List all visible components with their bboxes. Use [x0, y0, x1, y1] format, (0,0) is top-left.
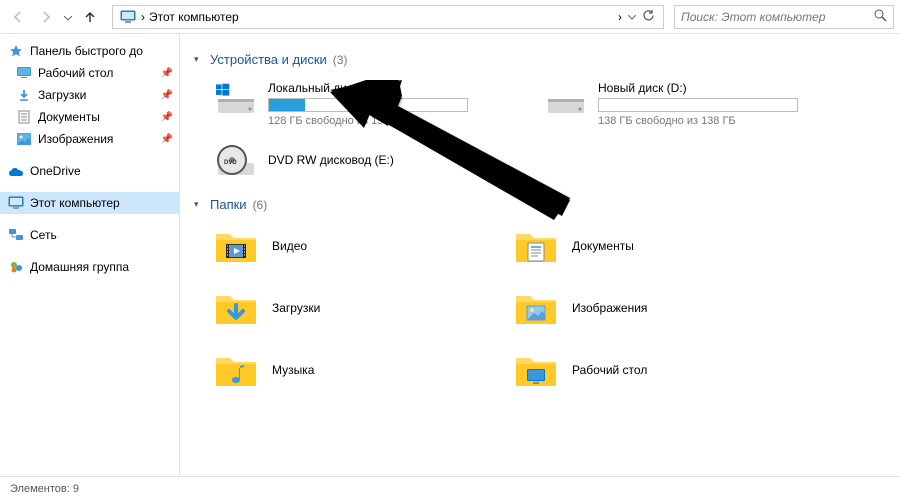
- star-icon: [8, 43, 24, 59]
- group-folders[interactable]: ▾ Папки (6): [194, 197, 886, 212]
- pin-icon: 📌: [161, 68, 173, 79]
- up-button[interactable]: [78, 5, 102, 29]
- search-box[interactable]: [674, 5, 894, 29]
- folder-downloads[interactable]: Загрузки: [210, 284, 450, 332]
- capacity-bar: [598, 98, 798, 112]
- folder-videos-icon: [214, 226, 258, 266]
- back-button[interactable]: [6, 5, 30, 29]
- sidebar-item-label: Изображения: [38, 132, 113, 146]
- sidebar-desktop[interactable]: Рабочий стол 📌: [0, 62, 179, 84]
- refresh-button[interactable]: [642, 9, 655, 25]
- drive-e[interactable]: DVD DVD RW дисковод (E:): [210, 139, 510, 183]
- windows-drive-icon: [214, 81, 258, 117]
- breadcrumb-location[interactable]: Этот компьютер: [145, 10, 618, 24]
- chevron-down-icon: ▾: [194, 54, 204, 65]
- folder-label: Рабочий стол: [572, 363, 647, 377]
- address-bar[interactable]: › Этот компьютер ›: [112, 5, 664, 29]
- pin-icon: 📌: [161, 134, 173, 145]
- folder-desktop[interactable]: Рабочий стол: [510, 346, 750, 394]
- folder-pictures-icon: [514, 288, 558, 328]
- folder-label: Загрузки: [272, 301, 320, 315]
- downloads-icon: [16, 87, 32, 103]
- pin-icon: 📌: [161, 112, 173, 123]
- folder-label: Изображения: [572, 301, 647, 315]
- drives-grid: Локальный диск (C:) 128 ГБ свободно из 1…: [210, 77, 886, 183]
- folders-grid: Видео Документы Загрузки Изображения Муз…: [210, 222, 886, 394]
- this-pc-icon: [8, 195, 24, 211]
- navigation-toolbar: › Этот компьютер ›: [0, 0, 900, 34]
- folder-music[interactable]: Музыка: [210, 346, 450, 394]
- group-title: Устройства и диски: [210, 52, 327, 67]
- group-count: (6): [253, 198, 268, 212]
- folder-music-icon: [214, 350, 258, 390]
- sidebar-item-label: Документы: [38, 110, 100, 124]
- main-panel: ▾ Устройства и диски (3) Локальный диск …: [180, 34, 900, 476]
- this-pc-icon: [119, 8, 137, 26]
- sidebar-item-label: Сеть: [30, 228, 57, 242]
- folder-label: Музыка: [272, 363, 314, 377]
- documents-icon: [16, 109, 32, 125]
- sidebar-item-label: Загрузки: [38, 88, 86, 102]
- drive-c[interactable]: Локальный диск (C:) 128 ГБ свободно из 1…: [210, 77, 510, 131]
- drive-d[interactable]: Новый диск (D:) 138 ГБ свободно из 138 Г…: [540, 77, 840, 131]
- drive-name: DVD RW дисковод (E:): [268, 153, 506, 167]
- sidebar-quick-access[interactable]: Панель быстрого до: [0, 40, 179, 62]
- sidebar-item-label: Этот компьютер: [30, 196, 120, 210]
- status-bar: Элементов: 9: [0, 476, 900, 500]
- group-count: (3): [333, 53, 348, 67]
- sidebar-network[interactable]: Сеть: [0, 224, 179, 246]
- sidebar-downloads[interactable]: Загрузки 📌: [0, 84, 179, 106]
- drive-free-text: 128 ГБ свободно из 157 ГБ: [268, 115, 506, 127]
- sidebar-item-label: OneDrive: [30, 164, 81, 178]
- folder-desktop-icon: [514, 350, 558, 390]
- pin-icon: 📌: [161, 90, 173, 101]
- folder-videos[interactable]: Видео: [210, 222, 450, 270]
- navigation-sidebar: Панель быстрого до Рабочий стол 📌 Загруз…: [0, 34, 180, 476]
- address-dropdown[interactable]: [628, 9, 636, 25]
- folder-label: Документы: [572, 239, 634, 253]
- status-item-count: Элементов: 9: [10, 483, 79, 495]
- forward-button[interactable]: [34, 5, 58, 29]
- folder-pictures[interactable]: Изображения: [510, 284, 750, 332]
- homegroup-icon: [8, 259, 24, 275]
- desktop-icon: [16, 65, 32, 81]
- sidebar-item-label: Панель быстрого до: [30, 44, 143, 58]
- search-input[interactable]: [681, 10, 874, 24]
- sidebar-onedrive[interactable]: OneDrive: [0, 160, 179, 182]
- content-area: Панель быстрого до Рабочий стол 📌 Загруз…: [0, 34, 900, 476]
- onedrive-icon: [8, 163, 24, 179]
- sidebar-item-label: Рабочий стол: [38, 66, 113, 80]
- history-dropdown[interactable]: [64, 10, 72, 24]
- chevron-down-icon: ▾: [194, 199, 204, 210]
- search-icon[interactable]: [874, 9, 887, 25]
- pictures-icon: [16, 131, 32, 147]
- group-title: Папки: [210, 197, 247, 212]
- network-icon: [8, 227, 24, 243]
- folder-downloads-icon: [214, 288, 258, 328]
- folder-documents-icon: [514, 226, 558, 266]
- drive-name: Локальный диск (C:): [268, 81, 506, 95]
- folder-label: Видео: [272, 239, 307, 253]
- hdd-icon: [544, 81, 588, 117]
- group-devices[interactable]: ▾ Устройства и диски (3): [194, 52, 886, 67]
- sidebar-pictures[interactable]: Изображения 📌: [0, 128, 179, 150]
- sidebar-homegroup[interactable]: Домашняя группа: [0, 256, 179, 278]
- drive-name: Новый диск (D:): [598, 81, 836, 95]
- folder-documents[interactable]: Документы: [510, 222, 750, 270]
- sidebar-item-label: Домашняя группа: [30, 260, 129, 274]
- dvd-drive-icon: DVD: [214, 143, 258, 179]
- capacity-bar: [268, 98, 468, 112]
- sidebar-documents[interactable]: Документы 📌: [0, 106, 179, 128]
- drive-free-text: 138 ГБ свободно из 138 ГБ: [598, 115, 836, 127]
- svg-text:DVD: DVD: [224, 160, 237, 166]
- sidebar-this-pc[interactable]: Этот компьютер: [0, 192, 179, 214]
